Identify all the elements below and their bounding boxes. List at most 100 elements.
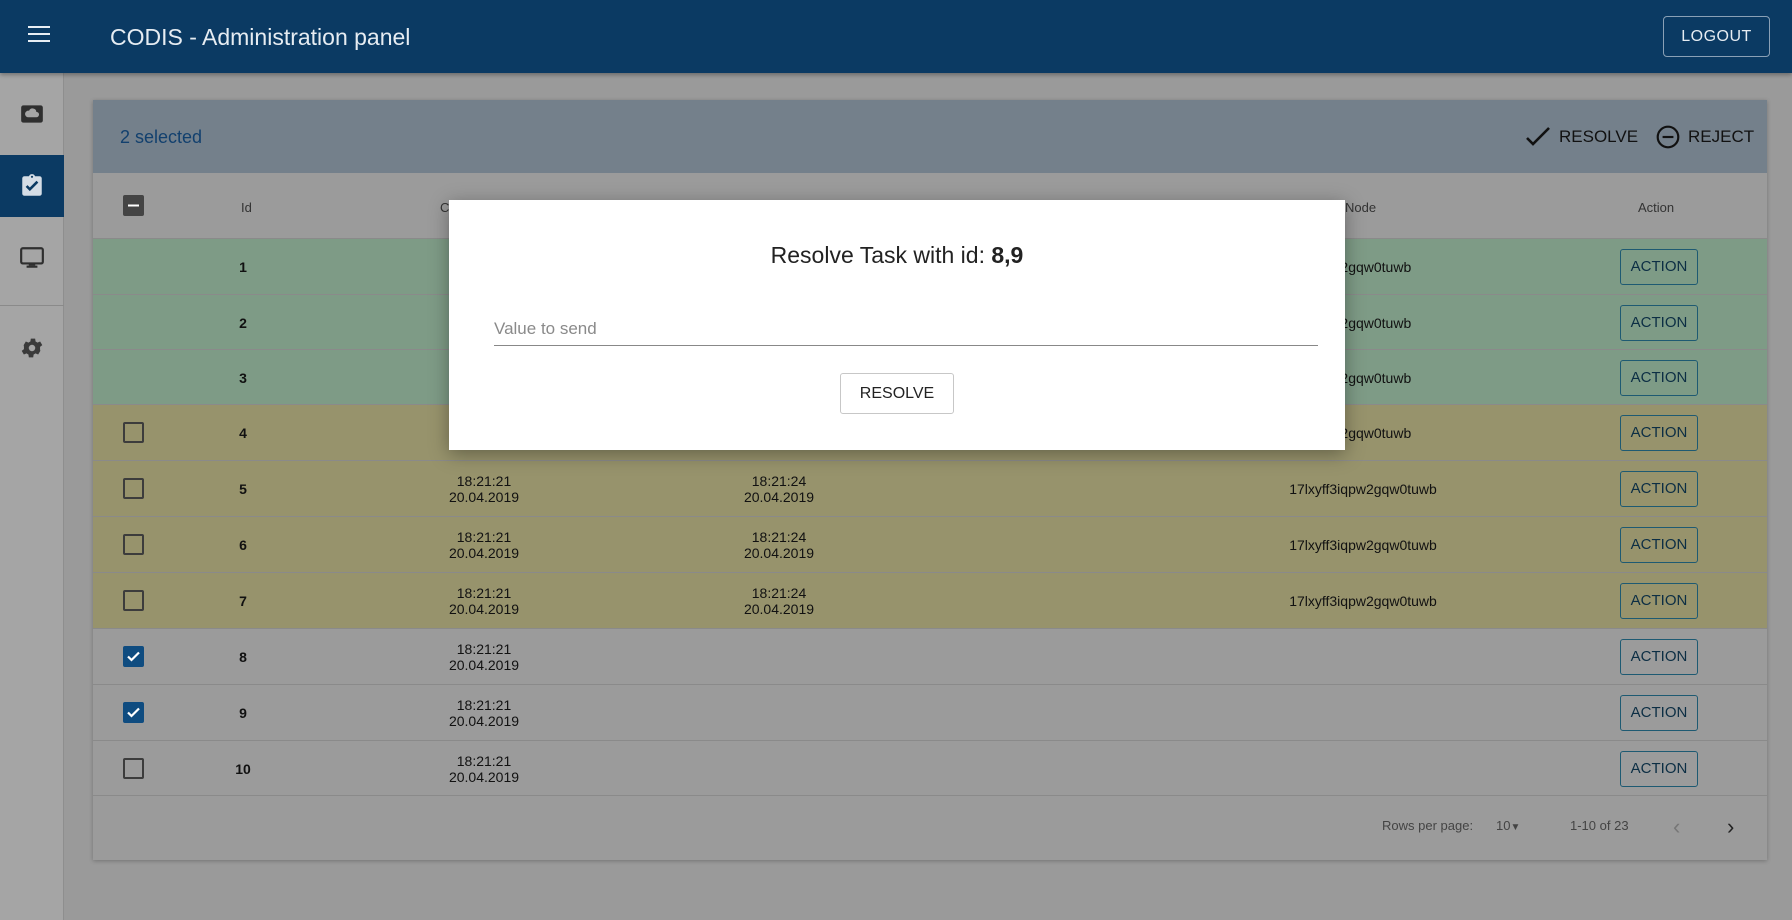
- app-bar: CODIS - Administration panel LOGOUT: [0, 0, 1792, 73]
- minus-icon: [128, 204, 139, 207]
- row-action-button[interactable]: ACTION: [1620, 305, 1698, 341]
- cell-updated: 18:21:24 20.04.2019: [719, 473, 839, 505]
- cell-id: 5: [239, 481, 247, 497]
- sidebar: [0, 73, 64, 920]
- cell-created: 18:21:21 20.04.2019: [424, 529, 544, 561]
- cell-created-date: 20.04.2019: [448, 545, 520, 561]
- dialog-resolve-button[interactable]: RESOLVE: [840, 373, 954, 414]
- resolve-selected-label: RESOLVE: [1559, 127, 1639, 146]
- table-pagination: Rows per page: 10▼ 1-10 of 23 ‹ ›: [93, 796, 1767, 860]
- cell-id: 7: [239, 593, 247, 609]
- sidebar-item-storage[interactable]: [0, 83, 64, 145]
- selection-count: 2 selected: [120, 127, 203, 147]
- table-row[interactable]: 9 18:21:21 20.04.2019 ACTION: [93, 685, 1767, 741]
- row-action-button[interactable]: ACTION: [1620, 639, 1698, 675]
- clipboard-check-icon: [22, 174, 42, 196]
- monitor-icon: [20, 247, 44, 268]
- table-row[interactable]: 8 18:21:21 20.04.2019 ACTION: [93, 629, 1767, 685]
- dialog-task-ids: 8,9: [991, 242, 1024, 268]
- rows-per-page-label: Rows per page:: [1382, 818, 1474, 833]
- header-node[interactable]: Node: [1345, 200, 1376, 215]
- cell-updated-date: 20.04.2019: [743, 545, 815, 561]
- cell-created-date: 20.04.2019: [448, 769, 520, 785]
- cell-node: 17lxyff3iqpw2gqw0tuwb: [1289, 537, 1437, 553]
- row-action-button[interactable]: ACTION: [1620, 415, 1698, 451]
- next-page-icon[interactable]: ›: [1727, 814, 1734, 840]
- sidebar-divider: [0, 305, 64, 306]
- cell-created: 18:21:21 20.04.2019: [424, 697, 544, 729]
- table-row[interactable]: 10 18:21:21 20.04.2019 ACTION: [93, 741, 1767, 796]
- double-check-icon: [1526, 127, 1550, 146]
- minus-circle-icon: [1656, 125, 1680, 149]
- cell-node: 17lxyff3iqpw2gqw0tuwb: [1289, 481, 1437, 497]
- pagination-range: 1-10 of 23: [1570, 818, 1629, 833]
- row-action-button[interactable]: ACTION: [1620, 360, 1698, 396]
- cell-id: 2: [239, 315, 247, 331]
- cell-created-time: 18:21:21: [456, 585, 512, 601]
- reject-selected-button[interactable]: REJECT: [1654, 124, 1754, 150]
- row-action-button[interactable]: ACTION: [1620, 751, 1698, 787]
- cell-id: 9: [239, 705, 247, 721]
- cell-updated-date: 20.04.2019: [743, 489, 815, 505]
- cloud-drive-icon: [21, 105, 43, 123]
- row-checkbox[interactable]: [123, 478, 144, 499]
- value-to-send-input[interactable]: [494, 312, 1318, 346]
- cell-created-time: 18:21:21: [456, 529, 512, 545]
- check-icon: [127, 707, 140, 718]
- sidebar-item-monitor[interactable]: [0, 227, 64, 289]
- cell-created-time: 18:21:21: [456, 473, 512, 489]
- cell-updated: 18:21:24 20.04.2019: [719, 585, 839, 617]
- select-all-checkbox[interactable]: [123, 195, 144, 216]
- cell-id: 8: [239, 649, 247, 665]
- gear-icon: [21, 338, 43, 358]
- row-action-button[interactable]: ACTION: [1620, 583, 1698, 619]
- row-action-button[interactable]: ACTION: [1620, 527, 1698, 563]
- rows-per-page-select[interactable]: 10▼: [1496, 818, 1520, 833]
- header-created[interactable]: C: [440, 200, 449, 215]
- row-checkbox[interactable]: [123, 534, 144, 555]
- cell-created-time: 18:21:21: [456, 753, 512, 769]
- table-row[interactable]: 6 18:21:21 20.04.2019 18:21:24 20.04.2019 17l…: [93, 517, 1767, 573]
- sidebar-item-tasks[interactable]: [0, 155, 64, 217]
- menu-icon[interactable]: [28, 26, 54, 46]
- row-checkbox[interactable]: [123, 758, 144, 779]
- header-action: Action: [1638, 200, 1675, 215]
- cell-id: 10: [235, 761, 251, 777]
- row-action-button[interactable]: ACTION: [1620, 249, 1698, 285]
- cell-created: 18:21:21 20.04.2019: [424, 641, 544, 673]
- row-action-button[interactable]: ACTION: [1620, 695, 1698, 731]
- cell-id: 1: [239, 259, 247, 275]
- check-icon: [127, 651, 140, 662]
- cell-created: 18:21:21 20.04.2019: [424, 753, 544, 785]
- cell-created-date: 20.04.2019: [448, 601, 520, 617]
- resolve-selected-button[interactable]: RESOLVE: [1525, 124, 1638, 150]
- row-checkbox[interactable]: [123, 702, 144, 723]
- cell-created-time: 18:21:21: [456, 697, 512, 713]
- sidebar-item-settings[interactable]: [0, 317, 64, 379]
- row-checkbox[interactable]: [123, 590, 144, 611]
- table-row[interactable]: 7 18:21:21 20.04.2019 18:21:24 20.04.2019 17l…: [93, 573, 1767, 629]
- cell-created: 18:21:21 20.04.2019: [424, 585, 544, 617]
- row-checkbox[interactable]: [123, 422, 144, 443]
- resolve-task-dialog: Resolve Task with id: 8,9 RESOLVE: [449, 200, 1345, 450]
- cell-updated-date: 20.04.2019: [743, 601, 815, 617]
- table-row[interactable]: 5 18:21:21 20.04.2019 18:21:24 20.04.2019 17l…: [93, 461, 1767, 517]
- selection-toolbar: 2 selected RESOLVE REJECT: [93, 100, 1767, 173]
- cell-created-date: 20.04.2019: [448, 713, 520, 729]
- cell-updated: 18:21:24 20.04.2019: [719, 529, 839, 561]
- row-action-button[interactable]: ACTION: [1620, 471, 1698, 507]
- dialog-title-prefix: Resolve Task with id:: [770, 242, 992, 268]
- app-title: CODIS - Administration panel: [110, 24, 411, 50]
- previous-page-icon[interactable]: ‹: [1673, 814, 1680, 840]
- cell-updated-time: 18:21:24: [751, 585, 807, 601]
- row-checkbox[interactable]: [123, 646, 144, 667]
- reject-selected-label: REJECT: [1688, 127, 1755, 146]
- header-id[interactable]: Id: [241, 200, 252, 215]
- cell-updated-time: 18:21:24: [751, 529, 807, 545]
- dropdown-arrow-icon: ▼: [1510, 822, 1521, 833]
- cell-id: 4: [239, 425, 247, 441]
- cell-node: 17lxyff3iqpw2gqw0tuwb: [1289, 593, 1437, 609]
- cell-created-date: 20.04.2019: [448, 657, 520, 673]
- logout-button[interactable]: LOGOUT: [1663, 16, 1770, 57]
- rows-per-page-value: 10: [1496, 818, 1511, 833]
